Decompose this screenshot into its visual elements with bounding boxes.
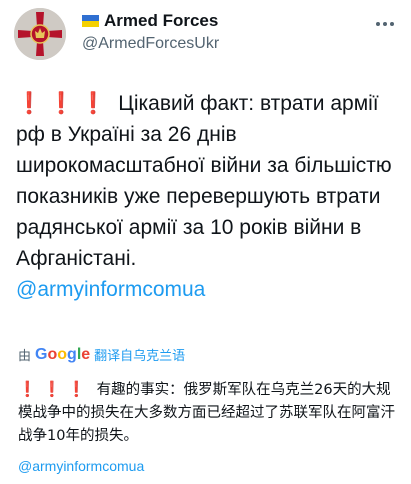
tweet-text: Цікавий факт: втрати армії рф в Україні … — [16, 92, 392, 270]
translated-mention-link[interactable]: @armyinformcomua — [18, 458, 144, 474]
avatar[interactable] — [14, 8, 66, 60]
user-handle[interactable]: @ArmedForcesUkr — [82, 33, 219, 55]
more-options-icon[interactable] — [373, 12, 397, 36]
translated-text-block: ❗❗❗ 有趣的事实：俄罗斯军队在乌克兰26天的大规模战争中的损失在大多数方面已经… — [18, 378, 403, 448]
tweet-body: ❗❗❗ Цікавий факт: втрати армії рф в Укра… — [16, 88, 404, 305]
user-name-block: Armed Forces @ArmedForcesUkr — [82, 10, 219, 55]
translation-attribution: 由 Google 翻译自乌克兰语 — [18, 345, 185, 364]
translated-from-link[interactable]: 翻译自乌克兰语 — [94, 345, 185, 364]
display-name-row[interactable]: Armed Forces — [82, 10, 219, 32]
tweet-header: Armed Forces @ArmedForcesUkr — [0, 0, 411, 72]
tweet-mention-link[interactable]: @armyinformcomua — [16, 278, 205, 301]
translated-exclamation-icons: ❗❗❗ — [18, 380, 93, 398]
armed-forces-emblem-icon — [14, 8, 66, 60]
display-name[interactable]: Armed Forces — [104, 10, 218, 32]
ukraine-flag-icon — [82, 15, 99, 27]
exclamation-icons: ❗❗❗ — [16, 92, 113, 115]
google-logo: Google — [35, 345, 91, 363]
translated-by-label: 由 — [18, 348, 32, 363]
